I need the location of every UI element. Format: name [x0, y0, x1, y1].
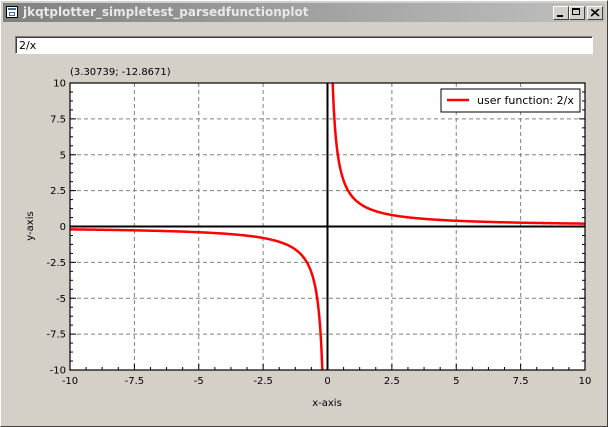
- y-tick-label: 2.5: [50, 186, 66, 197]
- legend[interactable]: user function: 2/x: [440, 88, 581, 113]
- legend-label: user function: 2/x: [477, 94, 574, 107]
- x-axis-label: x-axis: [312, 398, 342, 409]
- y-axis-label: y-axis: [25, 211, 36, 240]
- x-tick-label: 0: [324, 376, 330, 387]
- x-tick-label: 10: [579, 376, 592, 387]
- x-tick-label: 5: [453, 376, 459, 387]
- x-tick-label: -2.5: [253, 376, 273, 387]
- y-tick-label: -2.5: [46, 258, 66, 269]
- y-axis: -10 -7.5 -5 -2.5 0 2.5 5 7.5 10: [46, 79, 66, 377]
- x-tick-label: 2.5: [384, 376, 400, 387]
- x-tick-label: -10: [62, 376, 78, 387]
- x-tick-label: 7.5: [513, 376, 529, 387]
- y-tick-label: -5: [56, 294, 66, 305]
- plot-area[interactable]: (3.30739; -12.8671) -10 -7.5 -5 -2.5 0 2.5 5 7.…: [0, 0, 608, 427]
- y-tick-label: 7.5: [50, 114, 66, 125]
- y-tick-label: 5: [60, 150, 66, 161]
- y-tick-label: -10: [50, 366, 66, 377]
- x-tick-label: -7.5: [125, 376, 145, 387]
- y-tick-label: 0: [60, 222, 66, 233]
- x-axis: -10 -7.5 -5 -2.5 0 2.5 5 7.5 10: [62, 376, 592, 387]
- coordinate-readout: (3.30739; -12.8671): [70, 67, 171, 78]
- y-tick-label: 10: [53, 79, 66, 90]
- x-tick-label: -5: [194, 376, 204, 387]
- y-tick-label: -7.5: [46, 330, 66, 341]
